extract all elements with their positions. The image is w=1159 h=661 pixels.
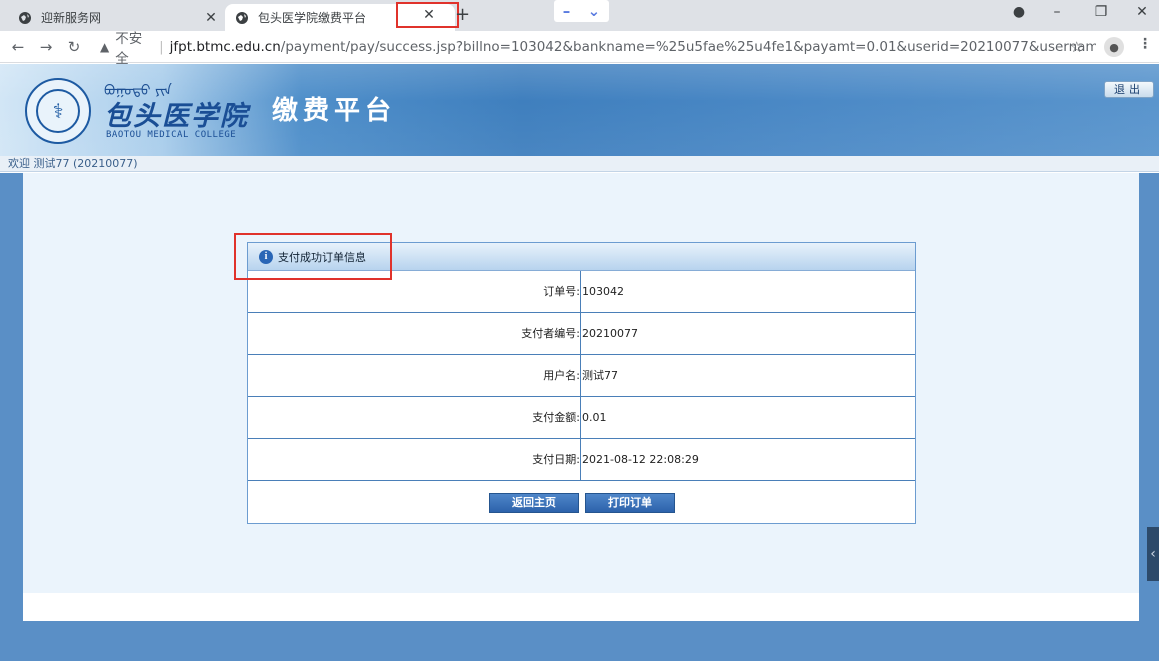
tab-search-widget[interactable]: – ⌄ — [554, 0, 609, 22]
back-icon[interactable]: ← — [4, 38, 32, 56]
row-value: 测试77 — [582, 369, 618, 382]
row-value: 0.01 — [582, 411, 607, 424]
divider: | — [159, 39, 164, 55]
platform-title: 缴费平台 — [272, 96, 397, 126]
order-row-username: 用户名: 测试77 — [248, 355, 915, 397]
reload-icon[interactable]: ↻ — [60, 38, 88, 56]
menu-kebab-icon[interactable]: ⋮ — [1138, 36, 1152, 52]
panel-actions: 返回主页 打印订单 — [248, 483, 915, 523]
highlight-box — [234, 233, 392, 280]
print-order-button[interactable]: 打印订单 — [585, 493, 675, 513]
address-bar-row: ← → ↻ ▲ 不安全 | jfpt.btmc.edu.cn /payment/… — [0, 31, 1159, 67]
row-label: 支付日期: — [248, 439, 581, 480]
logo-emblem-icon: ⚕ — [36, 89, 80, 133]
row-value: 2021-08-12 22:08:29 — [582, 453, 699, 466]
college-logo: ⚕ — [25, 78, 91, 144]
url-input[interactable]: ▲ 不安全 | jfpt.btmc.edu.cn /payment/pay/su… — [100, 31, 1096, 67]
chevron-down-icon[interactable]: ⌄ — [588, 2, 601, 20]
url-path: /payment/pay/success.jsp?billno=103042&b… — [280, 39, 1096, 55]
return-home-button[interactable]: 返回主页 — [489, 493, 579, 513]
site-header: ⚕ ᠪᠣᠭᠣᠲᠣ ᠶᠢᠨ 包头医学院 BAOTOU MEDICAL COLLEG… — [0, 64, 1159, 156]
row-label: 支付者编号: — [248, 313, 581, 354]
row-value: 103042 — [582, 285, 624, 298]
bookmark-star-icon[interactable]: ☆ — [1070, 38, 1083, 56]
restore-icon[interactable]: ❐ — [1086, 4, 1116, 20]
forward-icon[interactable]: → — [32, 38, 60, 56]
media-control-icon[interactable]: ● — [1004, 4, 1034, 20]
browser-tab-bar: 迎新服务网 ✕ 包头医学院缴费平台 ✕ + – ⌄ ● – ❐ ✕ — [0, 0, 1159, 31]
row-label: 用户名: — [248, 355, 581, 396]
globe-icon — [236, 11, 248, 24]
content-footer — [23, 593, 1139, 621]
row-value: 20210077 — [582, 327, 638, 340]
order-row-amount: 支付金额: 0.01 — [248, 397, 915, 439]
profile-avatar-icon[interactable]: ● — [1104, 37, 1124, 57]
globe-icon — [19, 11, 31, 24]
highlight-box — [396, 2, 459, 28]
close-window-icon[interactable]: ✕ — [1127, 4, 1157, 20]
row-label: 支付金额: — [248, 397, 581, 438]
order-row-payer-id: 支付者编号: 20210077 — [248, 313, 915, 355]
security-label[interactable]: 不安全 — [115, 27, 153, 67]
chevron-left-icon: ‹ — [1150, 546, 1156, 562]
new-tab-button[interactable]: + — [455, 4, 470, 25]
minimize-icon[interactable]: – — [1042, 4, 1072, 20]
side-collapse-tab[interactable]: ‹ — [1147, 527, 1159, 581]
tab-close-icon[interactable]: ✕ — [201, 10, 221, 26]
logout-button[interactable]: 退出 — [1104, 81, 1154, 98]
warning-icon[interactable]: ▲ — [100, 40, 109, 54]
college-name-en: BAOTOU MEDICAL COLLEGE — [106, 130, 237, 140]
order-info-panel: i 支付成功订单信息 订单号: 103042 支付者编号: 20210077 用… — [247, 242, 916, 524]
welcome-bar: 欢迎 测试77 (20210077) — [0, 156, 1159, 172]
tab-title: 迎新服务网 — [41, 11, 102, 25]
college-name-cn: 包头医学院 — [104, 101, 249, 132]
order-row-date: 支付日期: 2021-08-12 22:08:29 — [248, 439, 915, 481]
minimize-strip-icon: – — [562, 2, 571, 20]
url-host: jfpt.btmc.edu.cn — [169, 39, 281, 55]
